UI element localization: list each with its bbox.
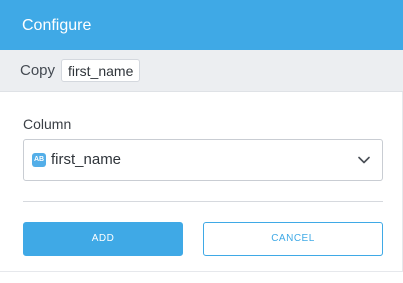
dialog-title: Configure xyxy=(22,17,92,34)
dialog-header: Configure xyxy=(0,0,403,50)
cancel-button[interactable]: CANCEL xyxy=(203,222,383,256)
dialog-subheader: Copy first_name xyxy=(0,50,403,92)
column-label: Column xyxy=(23,116,72,132)
source-column-chip: first_name xyxy=(61,59,141,82)
text-type-icon: AB xyxy=(32,153,46,167)
column-select-value: first_name xyxy=(51,151,122,168)
divider xyxy=(23,201,383,202)
add-button[interactable]: ADD xyxy=(23,222,183,256)
subheader-prefix: Copy xyxy=(20,62,56,79)
column-select[interactable]: AB first_name xyxy=(23,139,383,181)
configure-dialog: Configure Copy first_name Column AB firs… xyxy=(0,0,403,272)
chevron-down-icon[interactable] xyxy=(358,155,370,165)
